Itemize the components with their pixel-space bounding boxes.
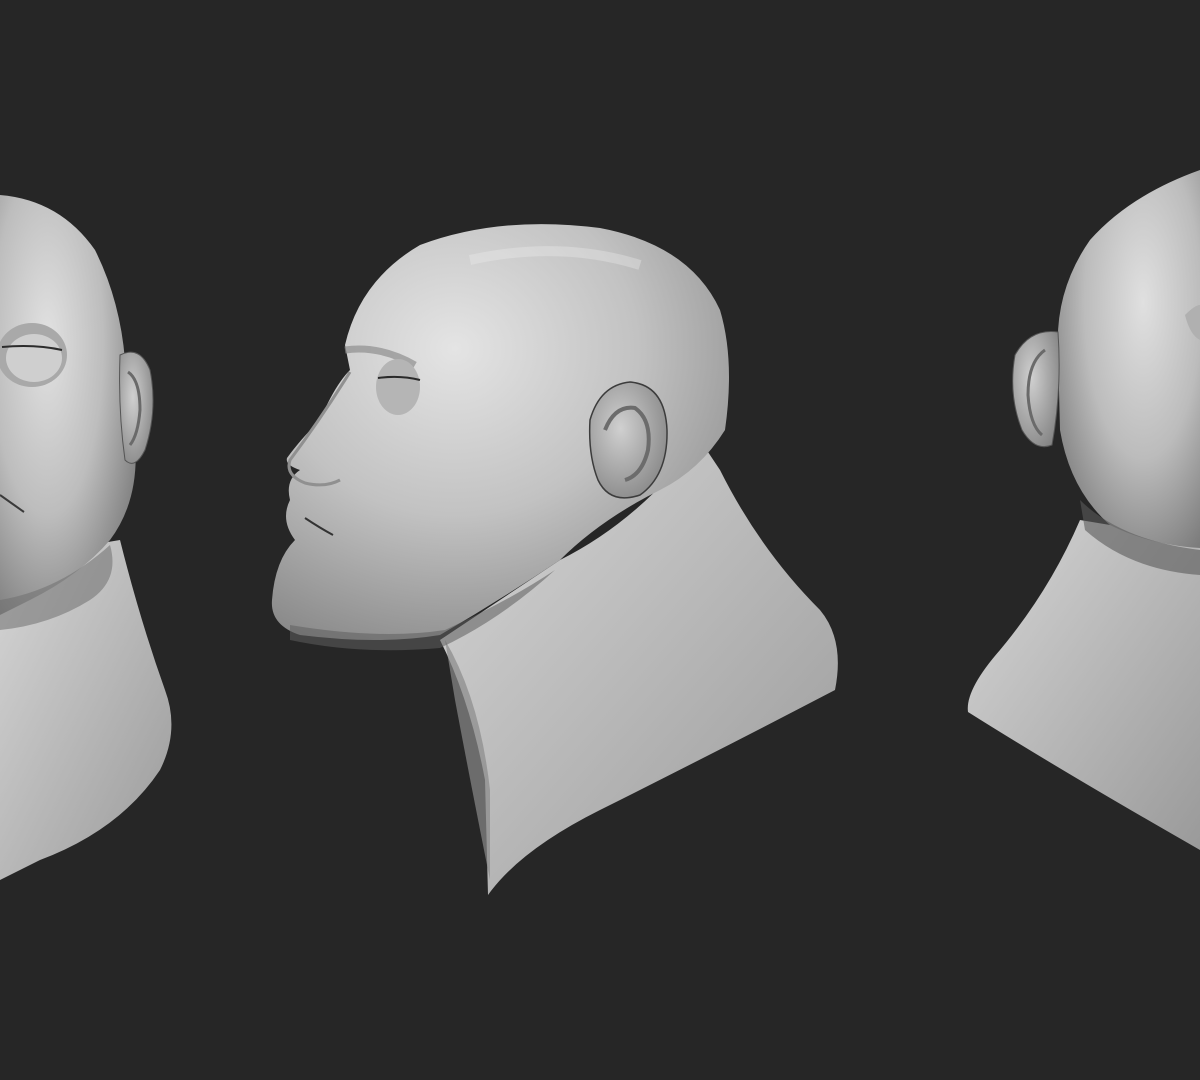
sculpt-render bbox=[0, 170, 1200, 895]
head-three-quarter-left bbox=[0, 195, 172, 880]
eyeball-left bbox=[6, 334, 62, 382]
cranium-right bbox=[1057, 170, 1200, 548]
sculpt-viewport bbox=[0, 0, 1200, 1080]
eye-profile bbox=[376, 359, 420, 415]
head-three-quarter-right bbox=[967, 170, 1200, 850]
ear-left bbox=[119, 351, 154, 464]
head-profile-center bbox=[271, 224, 838, 895]
